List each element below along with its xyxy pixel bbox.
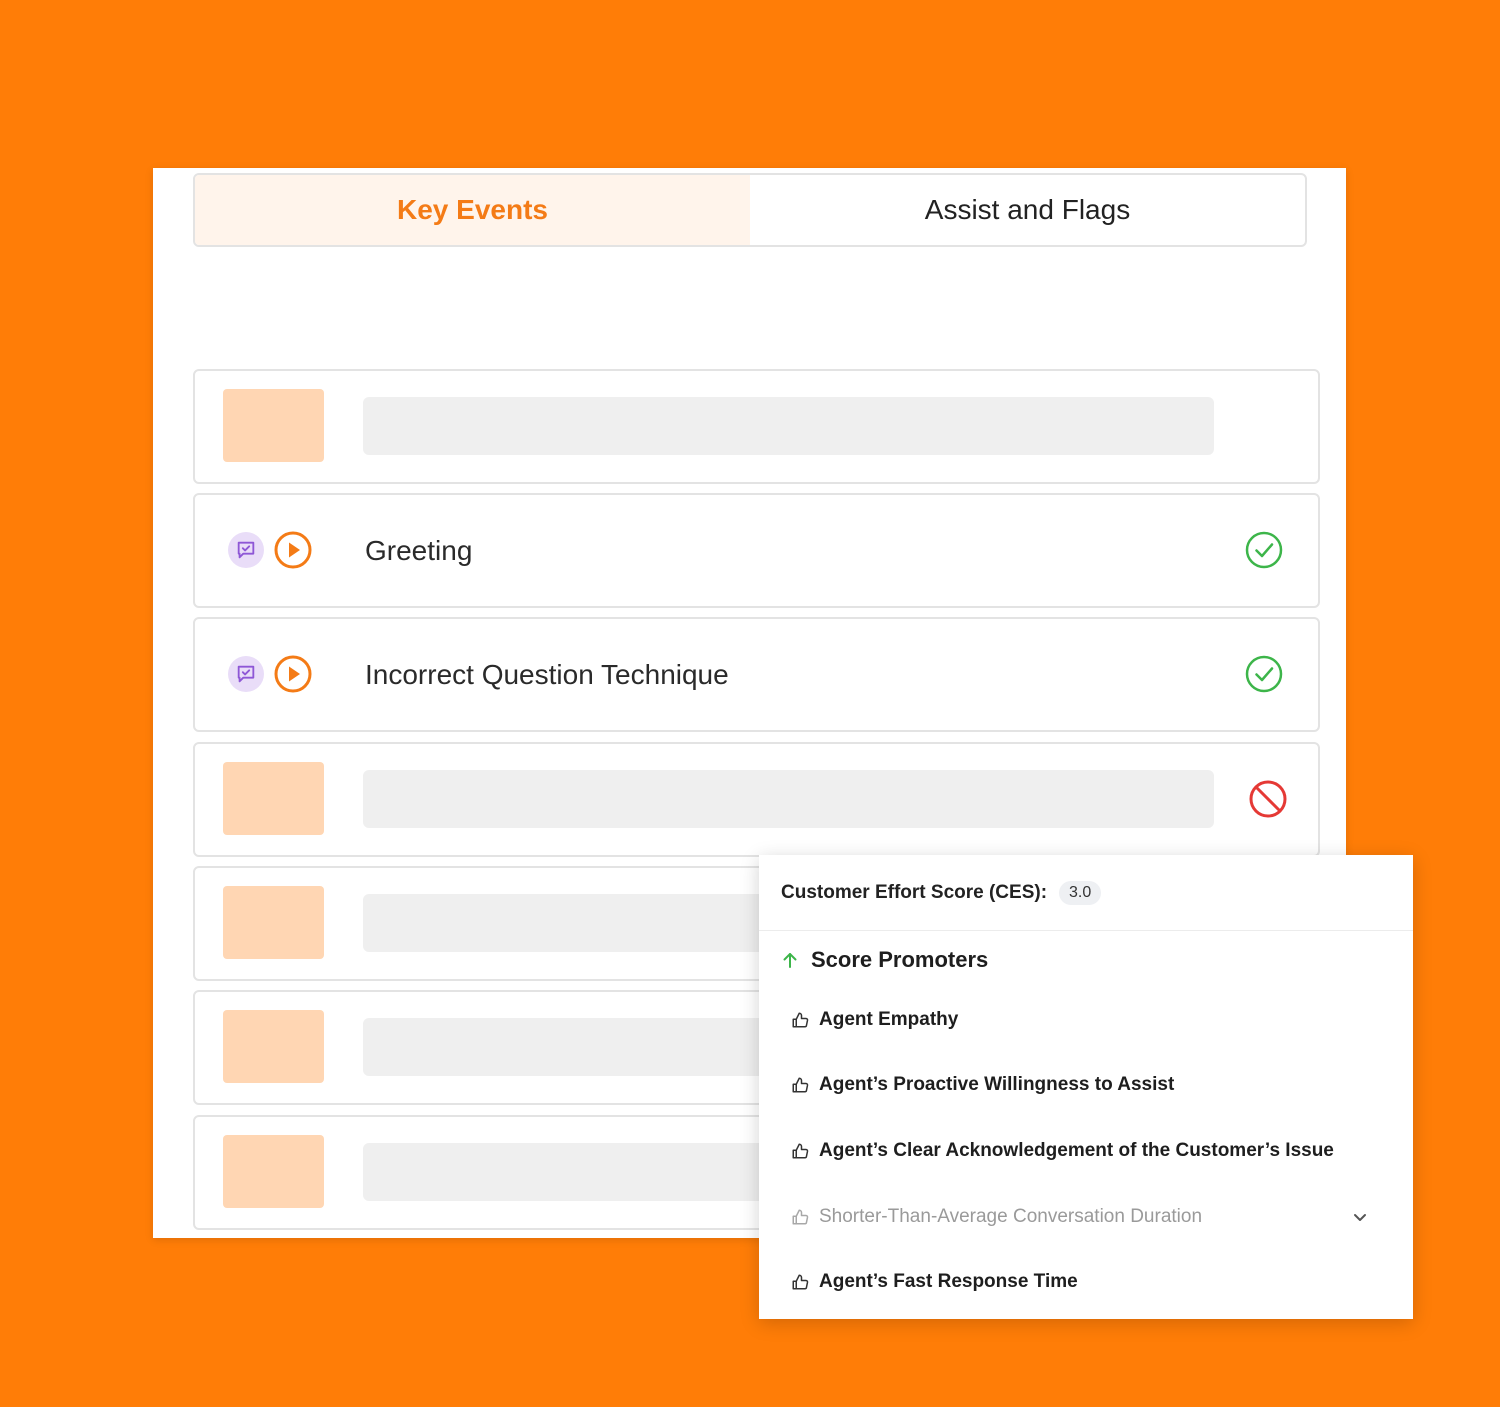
thumbs-up-icon [791, 1273, 809, 1291]
placeholder-thumbnail [223, 886, 324, 959]
thumbs-up-icon [791, 1208, 809, 1226]
promoter-label: Shorter-Than-Average Conversation Durati… [819, 1206, 1203, 1227]
ces-title: Customer Effort Score (CES): [781, 881, 1048, 903]
thumbs-up-icon [791, 1076, 809, 1094]
score-promoters-heading: Score Promoters [781, 947, 988, 973]
placeholder-thumbnail [223, 762, 324, 835]
tab-bar: Key Events Assist and Flags [193, 173, 1307, 247]
promoter-label: Agent Empathy [819, 1009, 959, 1030]
event-row-greeting[interactable]: Greeting [193, 493, 1320, 608]
event-row-incorrect-question-technique[interactable]: Incorrect Question Technique [193, 617, 1320, 732]
event-row-placeholder [193, 742, 1320, 857]
promoter-item-expandable[interactable]: Shorter-Than-Average Conversation Durati… [791, 1199, 1381, 1235]
ces-popup: Customer Effort Score (CES): 3.0 Score P… [759, 855, 1413, 1319]
tab-key-events[interactable]: Key Events [195, 175, 750, 245]
thumbs-up-icon [791, 1011, 809, 1029]
placeholder-thumbnail [223, 1135, 324, 1208]
score-promoters-label: Score Promoters [811, 947, 989, 972]
placeholder-bar [363, 770, 1214, 828]
arrow-up-icon [781, 951, 799, 969]
ces-header: Customer Effort Score (CES): 3.0 [759, 855, 1413, 931]
ces-score-badge: 3.0 [1059, 880, 1102, 905]
promoter-item: Agent’s Clear Acknowledgement of the Cus… [791, 1133, 1381, 1169]
promoter-item: Agent Empathy [791, 1002, 1381, 1038]
placeholder-thumbnail [223, 1010, 324, 1083]
promoter-label: Agent’s Fast Response Time [819, 1271, 1078, 1292]
block-icon [1248, 779, 1288, 819]
chat-check-icon[interactable] [228, 532, 264, 568]
event-label: Greeting [365, 534, 473, 566]
event-row-placeholder [193, 369, 1320, 484]
chevron-down-icon[interactable] [1351, 1208, 1369, 1226]
promoter-label: Agent’s Clear Acknowledgement of the Cus… [819, 1140, 1334, 1161]
promoter-label: Agent’s Proactive Willingness to Assist [819, 1074, 1175, 1095]
play-icon[interactable] [273, 530, 313, 570]
event-label: Incorrect Question Technique [365, 658, 729, 690]
promoter-item: Agent’s Fast Response Time [791, 1264, 1381, 1300]
thumbs-up-icon [791, 1142, 809, 1160]
promoter-item: Agent’s Proactive Willingness to Assist [791, 1067, 1381, 1103]
play-icon[interactable] [273, 654, 313, 694]
chat-check-icon[interactable] [228, 656, 264, 692]
placeholder-thumbnail [223, 389, 324, 462]
tab-assist-and-flags[interactable]: Assist and Flags [750, 175, 1305, 245]
check-circle-icon [1244, 654, 1284, 694]
placeholder-bar [363, 397, 1214, 455]
check-circle-icon [1244, 530, 1284, 570]
